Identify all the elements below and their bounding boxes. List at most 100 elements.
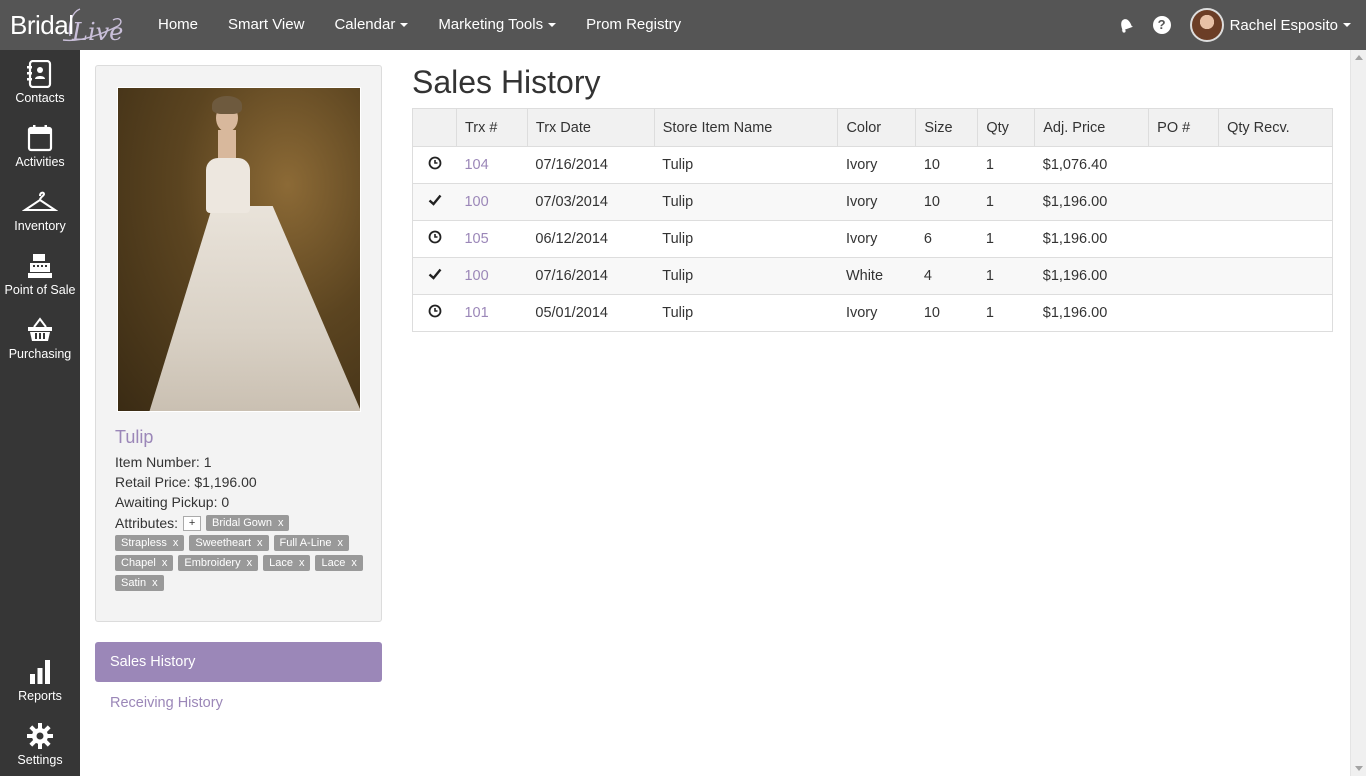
sidebar-item-purchasing[interactable]: Purchasing [0,316,80,378]
color-cell: Ivory [837,146,916,184]
add-attribute-button[interactable]: + [183,515,202,531]
nav-calendar-label: Calendar [334,16,396,33]
sidebar-item-label: Settings [17,753,63,767]
trx-link[interactable]: 104 [464,157,488,173]
sidebar: Contacts Activities Inventory Point of S… [0,50,80,776]
notifications-button[interactable] [1108,0,1144,50]
table-row[interactable]: 105 06/12/2014 Tulip Ivory 6 1 $1,196.00 [412,220,1333,258]
remove-attribute-icon[interactable]: x [338,536,344,550]
po-cell [1148,146,1219,184]
awaiting-pickup: Awaiting Pickup: 0 [115,494,230,510]
trx-cell: 104 [456,146,528,184]
trx-link[interactable]: 100 [464,194,488,210]
remove-attribute-icon[interactable]: x [299,556,305,570]
top-right-controls: ? Rachel Esposito [1108,0,1366,50]
logo-text-live: Live [72,18,124,46]
column-header-status[interactable] [412,108,457,147]
attributes-row: Chapel x Embroidery x Lace x Lace x [115,555,363,571]
bridallive-logo[interactable]: Bridal Live [10,4,130,46]
nav-prom-registry[interactable]: Prom Registry [571,0,696,50]
basket-icon [28,317,52,341]
attributes-row: Attributes: + Bridal Gown x [115,515,290,531]
tab-receiving-history[interactable]: Receiving History [110,695,223,711]
column-header-trx-date[interactable]: Trx Date [526,108,655,147]
remove-attribute-icon[interactable]: x [247,556,253,570]
remove-attribute-icon[interactable]: x [351,556,357,570]
caret-down-icon [1343,23,1351,27]
attribute-tag-label: Satin [121,577,147,589]
column-header-store-item-name[interactable]: Store Item Name [653,108,839,147]
sidebar-item-reports[interactable]: Reports [0,658,80,720]
qty-recv-cell [1218,294,1333,332]
help-button[interactable]: ? [1144,0,1180,50]
size-cell: 6 [915,220,978,258]
remove-attribute-icon[interactable]: x [152,576,158,590]
qty-cell: 1 [977,257,1035,295]
attribute-tag-label: Lace [269,557,293,569]
qty-recv-cell [1218,183,1333,221]
sidebar-item-inventory[interactable]: Inventory [0,188,80,250]
sidebar-item-contacts[interactable]: Contacts [0,60,80,122]
page-title: Sales History [412,64,601,100]
column-header-size[interactable]: Size [915,108,979,147]
caret-down-icon [400,23,409,28]
table-row[interactable]: 100 07/03/2014 Tulip Ivory 10 1 $1,196.0… [412,183,1333,221]
table-row[interactable]: 101 05/01/2014 Tulip Ivory 10 1 $1,196.0… [412,294,1333,332]
attribute-tag-label: Chapel [121,557,156,569]
tab-sales-history[interactable]: Sales History [95,642,382,682]
price-cell: $1,076.40 [1034,146,1149,184]
scroll-down-arrow-icon[interactable] [1355,766,1363,771]
trx-link[interactable]: 105 [464,231,488,247]
attribute-tag: Lace x [315,555,363,571]
trx-link[interactable]: 100 [464,268,488,284]
checkmark-icon [428,268,442,280]
column-header-color[interactable]: Color [837,108,917,147]
nav-smart-view[interactable]: Smart View [213,0,319,50]
scroll-up-arrow-icon[interactable] [1355,55,1363,60]
trx-link[interactable]: 101 [464,305,488,321]
attribute-tag: Lace x [263,555,311,571]
nav-calendar[interactable]: Calendar [319,0,423,50]
bell-icon [1120,19,1133,33]
sidebar-item-label: Activities [15,155,65,169]
sidebar-item-label: Reports [18,689,62,703]
nav-marketing-tools[interactable]: Marketing Tools [423,0,571,50]
column-header-po[interactable]: PO # [1148,108,1220,147]
column-header-qty-recv[interactable]: Qty Recv. [1218,108,1333,147]
remove-attribute-icon[interactable]: x [173,536,179,550]
size-cell: 10 [915,294,978,332]
table-row[interactable]: 100 07/16/2014 Tulip White 4 1 $1,196.00 [412,257,1333,295]
attribute-tag: Full A-Line x [273,535,349,551]
sidebar-item-label: Point of Sale [4,283,76,297]
po-cell [1148,294,1219,332]
sidebar-item-point-of-sale[interactable]: Point of Sale [0,252,80,314]
color-cell: White [837,257,916,295]
vertical-scrollbar[interactable] [1350,50,1366,776]
nav-home[interactable]: Home [143,0,213,50]
register-icon [28,254,52,278]
remove-attribute-icon[interactable]: x [162,556,168,570]
item-cell: Tulip [654,220,838,258]
main-nav: Home Smart View Calendar Marketing Tools… [143,0,696,50]
remove-attribute-icon[interactable]: x [257,536,263,550]
column-header-trx[interactable]: Trx # [455,108,528,147]
sidebar-item-label: Contacts [15,91,65,105]
user-menu[interactable]: Rachel Esposito [1180,0,1366,50]
item-cell: Tulip [654,183,838,221]
qty-recv-cell [1218,220,1333,258]
attributes-label: Attributes: [115,515,179,531]
sidebar-item-label: Purchasing [8,347,72,361]
nav-home-label: Home [158,16,199,33]
help-icon: ? [1152,16,1171,34]
column-header-adj-price[interactable]: Adj. Price [1034,108,1150,147]
trx-cell: 100 [456,183,528,221]
sidebar-item-activities[interactable]: Activities [0,124,80,186]
column-header-qty[interactable]: Qty [977,108,1036,147]
status-cell [412,257,457,295]
remove-attribute-icon[interactable]: x [278,516,284,530]
table-row[interactable]: 104 07/16/2014 Tulip Ivory 10 1 $1,076.4… [412,146,1333,184]
date-cell: 06/12/2014 [527,220,655,258]
size-cell: 10 [915,146,978,184]
sidebar-item-settings[interactable]: Settings [0,722,80,776]
product-name[interactable]: Tulip [115,427,153,448]
